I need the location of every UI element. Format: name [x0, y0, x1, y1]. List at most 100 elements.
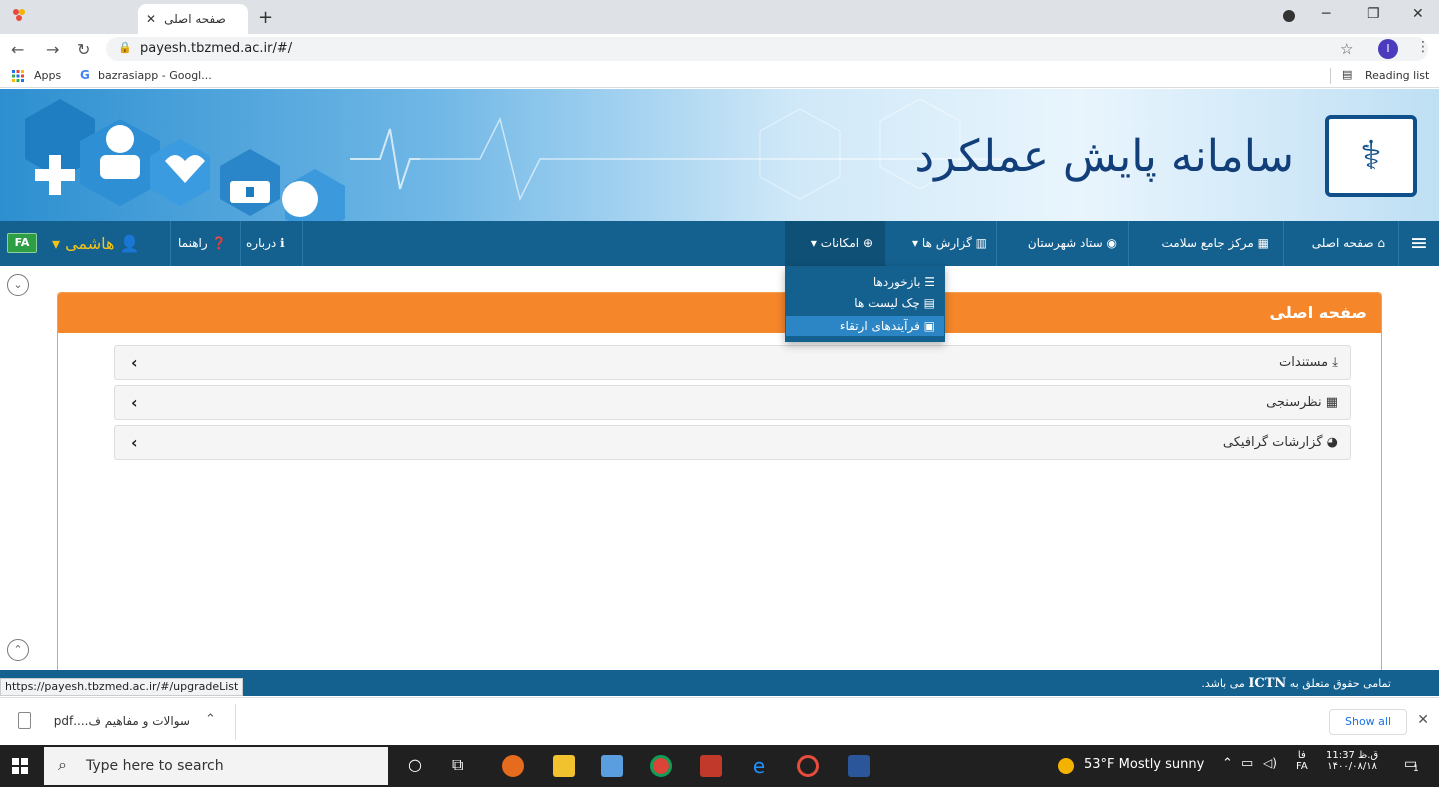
- nav-item-label: راهنما: [178, 236, 208, 250]
- site-banner: سامانه پایش عملکرد ⚕: [0, 89, 1439, 221]
- file-explorer-icon[interactable]: [553, 755, 575, 777]
- nav-item-health-center[interactable]: ▦ مرکز جامع سلامت: [1162, 221, 1270, 266]
- chevron-left-icon: ‹: [131, 433, 138, 452]
- windows-taskbar: Type here to search ⌕ ○ ⧉ e 53°F Mostly …: [0, 745, 1439, 787]
- firefox-icon[interactable]: [502, 755, 524, 777]
- panel-header: صفحه اصلی: [58, 293, 1381, 333]
- reading-list-icon: ▤: [1342, 68, 1353, 81]
- status-bar-url: https://payesh.tbzmed.ac.ir/#/upgradeLis…: [0, 678, 244, 696]
- notification-count: 1: [1413, 764, 1419, 774]
- user-icon: 👤: [119, 234, 140, 253]
- windows-start-icon[interactable]: [12, 758, 28, 774]
- bookmarks-divider: [1330, 68, 1331, 84]
- chart-icon: ▥: [975, 236, 987, 250]
- pie-chart-icon: ◕: [1326, 435, 1338, 450]
- chevron-left-icon: ‹: [131, 353, 138, 372]
- nav-item-label: درباره: [246, 236, 277, 250]
- caret-down-icon: ▾: [810, 236, 817, 250]
- clock[interactable]: 11:37 ق.ظ ۱۴۰۰/۰۸/۱۸: [1326, 750, 1378, 772]
- close-shelf-icon[interactable]: ✕: [1417, 712, 1429, 728]
- nav-separator: [1398, 221, 1399, 266]
- new-tab-icon[interactable]: +: [258, 7, 273, 28]
- accordion-item-graphic-reports[interactable]: ◕ گزارشات گرافیکی ‹: [114, 425, 1351, 460]
- scroll-down-icon[interactable]: ⌄: [7, 274, 29, 296]
- reload-icon[interactable]: ↻: [77, 40, 90, 59]
- nav-item-label: ستاد شهرستان: [1027, 236, 1103, 250]
- bookmarks-bar: Apps G bazrasiapp - Googl... ▤ Reading l…: [0, 64, 1439, 88]
- lock-icon[interactable]: 🔒: [118, 41, 132, 54]
- copyright-text: تمامی حقوق متعلق به ICTN می باشد.: [1201, 676, 1391, 691]
- reading-list-button[interactable]: Reading list: [1365, 69, 1429, 82]
- nav-item-reports[interactable]: ▥ گزارش ها ▾: [912, 221, 987, 266]
- bookmark-bazrasiapp[interactable]: bazrasiapp - Googl...: [98, 69, 212, 82]
- user-name: هاشمی: [65, 234, 115, 253]
- caret-down-icon: ▾: [52, 234, 61, 253]
- image-icon: ▣: [923, 319, 935, 333]
- nav-separator: [302, 221, 303, 266]
- caret-down-icon: ▾: [912, 236, 919, 250]
- menu-kebab-icon[interactable]: ⋮: [1416, 39, 1430, 55]
- building-icon: ▦: [1257, 236, 1269, 250]
- panel-title: صفحه اصلی: [1269, 303, 1367, 322]
- tab-title: صفحه اصلی: [164, 12, 226, 26]
- weather-text[interactable]: 53°F Mostly sunny: [1084, 757, 1204, 772]
- bookmark-star-icon[interactable]: ☆: [1340, 40, 1353, 58]
- dropdown-item-upgrade-processes[interactable]: ▣ فرآیندهای ارتقاء: [840, 316, 935, 336]
- browser-tab[interactable]: صفحه اصلی ✕: [138, 4, 248, 34]
- accordion-label: ▦ نظرسنجی: [1266, 395, 1338, 410]
- scroll-up-icon[interactable]: ⌃: [7, 639, 29, 661]
- dropdown-item-checklists[interactable]: ▤ چک لیست ها: [854, 293, 935, 313]
- minimize-icon[interactable]: ─: [1322, 6, 1330, 22]
- hamburger-menu-icon[interactable]: ≡: [1399, 221, 1439, 266]
- volume-icon[interactable]: ◁): [1263, 756, 1277, 770]
- accordion-item-survey[interactable]: ▦ نظرسنجی ‹: [114, 385, 1351, 420]
- app-icon[interactable]: [700, 755, 722, 777]
- download-file-name[interactable]: سوالات و مفاهیم ف....pdf: [40, 714, 190, 728]
- language-badge[interactable]: FA: [7, 233, 37, 253]
- task-view-icon[interactable]: ⧉: [452, 755, 463, 775]
- medical-illustration-icon: [25, 99, 420, 221]
- word-icon[interactable]: [848, 755, 870, 777]
- taskbar-search-input[interactable]: Type here to search: [44, 747, 388, 785]
- address-bar: ← → ↻ payesh.tbzmed.ac.ir/#/ 🔒 ☆ I ⋮: [0, 34, 1439, 64]
- tray-chevron-icon[interactable]: ⌃: [1222, 756, 1233, 771]
- nav-item-label: مرکز جامع سلامت: [1161, 236, 1254, 250]
- bookmark-apps[interactable]: Apps: [34, 69, 61, 82]
- main-panel: صفحه اصلی ⤓ مستندات ‹ ▦ نظرسنجی ‹ ◕ گزار…: [57, 292, 1382, 672]
- network-icon[interactable]: ▭: [1241, 756, 1253, 771]
- restore-icon[interactable]: ❐: [1367, 6, 1380, 22]
- show-all-button[interactable]: Show all: [1329, 709, 1407, 735]
- nav-item-home[interactable]: ⌂ صفحه اصلی: [1312, 221, 1385, 266]
- close-window-icon[interactable]: ✕: [1412, 6, 1424, 22]
- url-input[interactable]: payesh.tbzmed.ac.ir/#/: [106, 37, 1428, 61]
- profile-avatar[interactable]: I: [1378, 39, 1398, 59]
- download-shelf: سوالات و مفاهیم ف....pdf ⌃ Show all ✕: [0, 697, 1439, 745]
- apps-grid-icon: [12, 70, 24, 82]
- question-icon: ❓: [211, 236, 227, 250]
- download-icon: ⤓: [1332, 355, 1338, 370]
- edge-icon[interactable]: e: [748, 755, 770, 777]
- chrome-icon[interactable]: [650, 755, 672, 777]
- nav-item-about[interactable]: ℹ درباره: [246, 221, 285, 266]
- nav-separator: [240, 221, 241, 266]
- weather-sun-icon: [1058, 758, 1074, 774]
- nav-item-label: گزارش ها: [921, 236, 972, 250]
- features-dropdown: ☰ بازخوردها ▤ چک لیست ها ▣ فرآیندهای ارت…: [785, 266, 945, 342]
- chevron-up-icon[interactable]: ⌃: [205, 712, 216, 727]
- back-icon[interactable]: ←: [11, 40, 24, 59]
- dropdown-item-feedback[interactable]: ☰ بازخوردها: [873, 272, 935, 292]
- store-icon[interactable]: [601, 755, 623, 777]
- media-player-icon[interactable]: [797, 755, 819, 777]
- nav-item-help[interactable]: ❓ راهنما: [178, 221, 226, 266]
- shelf-divider: [235, 704, 236, 740]
- nav-item-county-hq[interactable]: ◉ ستاد شهرستان: [1028, 221, 1117, 266]
- list-icon: ☰: [924, 275, 935, 289]
- close-tab-icon[interactable]: ✕: [146, 12, 156, 26]
- tab-search-icon[interactable]: [1283, 10, 1295, 22]
- accordion-item-documents[interactable]: ⤓ مستندات ‹: [114, 345, 1351, 380]
- nav-item-features[interactable]: ⊕ امکانات ▾: [811, 221, 873, 266]
- user-menu[interactable]: 👤 هاشمی ▾: [52, 221, 139, 266]
- input-language[interactable]: فا FA: [1296, 750, 1308, 772]
- cortana-icon[interactable]: ○: [408, 755, 422, 774]
- forward-icon[interactable]: →: [46, 40, 59, 59]
